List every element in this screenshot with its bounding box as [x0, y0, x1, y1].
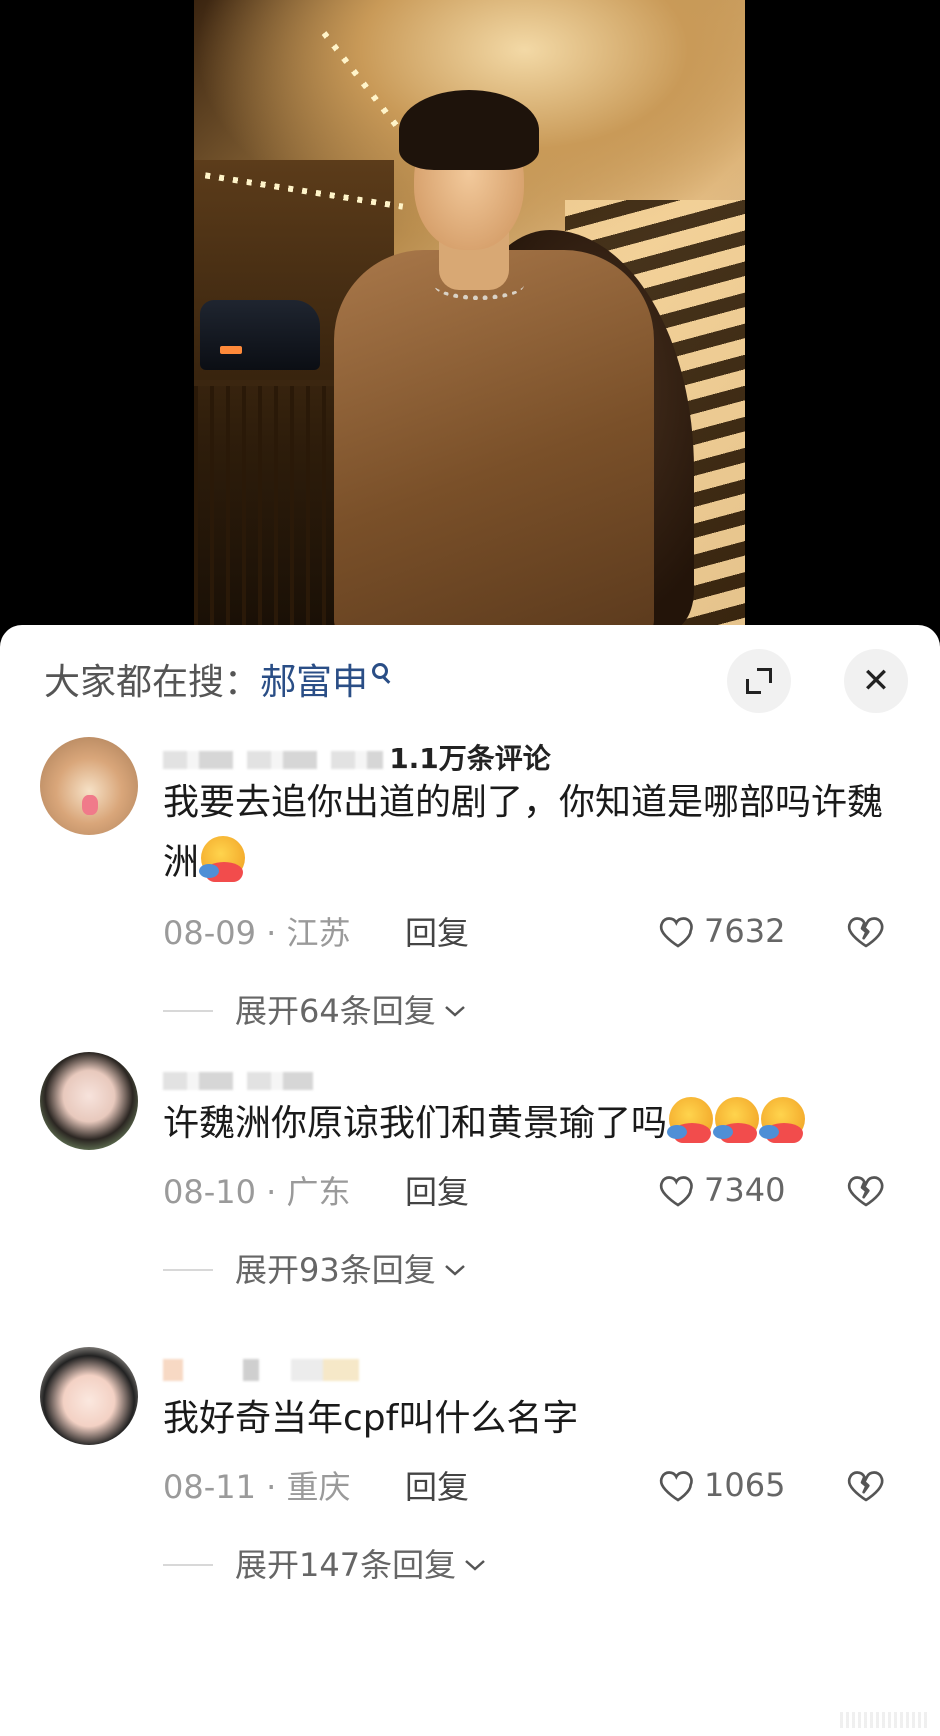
comments-count-title: 1.1万条评论 [389, 742, 551, 775]
comment-meta: 08-10 · 广东 [163, 1173, 351, 1211]
comment-text-content: 许魏洲你原谅我们和黄景瑜了吗 [163, 1103, 668, 1144]
comment-text-content: 我好奇当年cpf叫什么名字 [163, 1398, 579, 1439]
chevron-down-icon [444, 1265, 465, 1276]
expand-replies-button[interactable]: 展开64条回复 [163, 989, 466, 1033]
dislike-icon[interactable] [846, 1465, 886, 1505]
hugging-face-emoji-icon [759, 1097, 806, 1143]
expand-divider [163, 1010, 213, 1012]
post-photo[interactable] [194, 0, 745, 625]
expand-replies-button[interactable]: 展开147条回复 [163, 1543, 486, 1587]
reply-button[interactable]: 回复 [405, 911, 469, 955]
avatar[interactable] [40, 1347, 138, 1445]
like-button[interactable]: 7340 [658, 1168, 785, 1212]
comment-date: 08-09 [163, 914, 256, 952]
photo-car [200, 300, 320, 370]
trending-search-term[interactable]: 郝富申 [260, 662, 368, 703]
comment-text: 我要去追你出道的剧了，你知道是哪部吗许魏洲 [163, 773, 903, 893]
comment-date: 08-10 [163, 1173, 256, 1211]
expand-replies-label: 展开64条回复 [235, 992, 436, 1030]
photo-necklace [434, 270, 524, 300]
trending-search[interactable]: 大家都在搜：郝富申 [44, 653, 389, 713]
expand-button[interactable] [727, 649, 791, 713]
comment-meta: 08-11 · 重庆 [163, 1468, 351, 1506]
media-viewer[interactable] [0, 0, 940, 640]
comment-location: 江苏 [286, 914, 351, 952]
comment-text: 许魏洲你原谅我们和黄景瑜了吗 [163, 1094, 903, 1154]
like-count: 7632 [704, 912, 786, 950]
expand-replies-label: 展开93条回复 [235, 1251, 436, 1289]
expand-replies-button[interactable]: 展开93条回复 [163, 1248, 466, 1292]
hugging-face-emoji-icon [713, 1097, 760, 1143]
comment-location: 广东 [286, 1173, 351, 1211]
search-icon[interactable] [372, 663, 389, 679]
username-blurred[interactable] [163, 1359, 359, 1381]
expand-divider [163, 1269, 213, 1271]
photo-person [304, 70, 694, 625]
heart-icon [659, 917, 693, 948]
heart-icon [659, 1176, 693, 1207]
comment-text-content: 我要去追你出道的剧了，你知道是哪部吗许魏洲 [163, 782, 884, 883]
photo-shirt [334, 250, 654, 625]
dislike-icon[interactable] [846, 911, 886, 951]
chevron-down-icon [465, 1560, 485, 1571]
username-blurred[interactable] [163, 751, 383, 769]
username-blurred[interactable] [163, 1072, 313, 1090]
comment-text: 我好奇当年cpf叫什么名字 [163, 1389, 903, 1449]
chevron-down-icon [444, 1006, 465, 1017]
expand-divider [163, 1564, 213, 1566]
close-icon: ✕ [861, 661, 891, 701]
comment-meta: 08-09 · 江苏 [163, 914, 351, 952]
watermark-strip [840, 1712, 930, 1728]
like-button[interactable]: 1065 [658, 1463, 785, 1507]
expand-replies-label: 展开147条回复 [235, 1546, 457, 1584]
trending-search-prefix: 大家都在搜： [44, 662, 261, 703]
comment-date: 08-11 [163, 1468, 256, 1506]
dislike-icon[interactable] [846, 1170, 886, 1210]
avatar[interactable] [40, 1052, 138, 1150]
reply-button[interactable]: 回复 [405, 1170, 469, 1214]
like-button[interactable]: 7632 [658, 909, 785, 953]
reply-button[interactable]: 回复 [405, 1465, 469, 1509]
hugging-face-emoji-icon [199, 836, 246, 882]
heart-icon [659, 1471, 693, 1502]
close-button[interactable]: ✕ [844, 649, 908, 713]
hugging-face-emoji-icon [667, 1097, 714, 1143]
comment-location: 重庆 [286, 1468, 351, 1506]
avatar[interactable] [40, 737, 138, 835]
like-count: 1065 [704, 1466, 786, 1504]
photo-hair [399, 90, 539, 170]
like-count: 7340 [704, 1171, 786, 1209]
comments-panel: 大家都在搜：郝富申 ✕ 1.1万条评论 我要去追你出道的剧了，你知道是哪部吗许魏… [0, 625, 940, 1736]
expand-icon [746, 668, 772, 694]
